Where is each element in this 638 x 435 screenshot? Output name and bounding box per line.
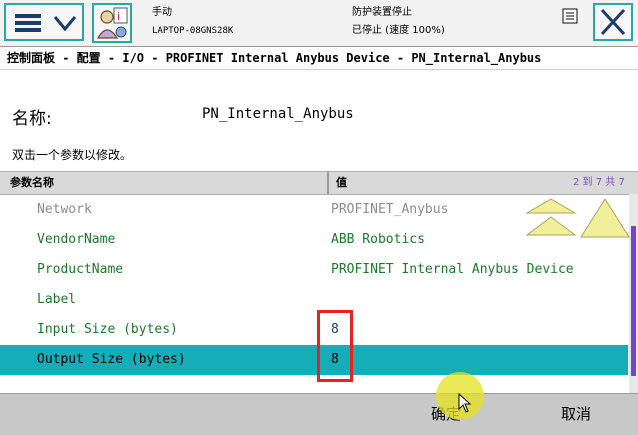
main-menu-button[interactable] (4, 3, 84, 41)
column-divider[interactable] (327, 172, 329, 194)
run-state: 已停止 (速度 100%) (352, 25, 445, 36)
param-name: ProductName (37, 262, 124, 277)
close-button[interactable] (593, 3, 633, 41)
event-flag-icon[interactable] (562, 8, 578, 24)
column-header-value: 值 (336, 176, 347, 189)
chevron-down-icon (53, 16, 77, 32)
controller-name: LAPTOP-08GNS28K (152, 26, 234, 36)
bottom-bar: 确定 取消 (0, 393, 638, 435)
param-value: PROFINET_Anybus (331, 202, 449, 217)
instruction-text: 双击一个参数以修改。 (12, 148, 133, 162)
annotation-highlight-box (317, 310, 353, 382)
table-row[interactable]: Input Size (bytes) 8 (0, 315, 628, 345)
top-bar: i 手动 LAPTOP-08GNS28K 防护装置停止 已停止 (速度 100%… (0, 0, 638, 47)
param-name: Network (37, 202, 92, 217)
param-name: Label (37, 292, 77, 307)
param-name: Input Size (bytes) (37, 322, 178, 337)
close-icon (600, 8, 626, 36)
hamburger-menu-icon (15, 14, 41, 32)
mouse-pointer-icon (458, 393, 472, 413)
param-value: PROFINET Internal Anybus Device (331, 262, 574, 277)
svg-text:i: i (117, 10, 120, 23)
name-value: PN_Internal_Anybus (202, 106, 354, 122)
operator-status-icon[interactable]: i (90, 2, 134, 44)
column-header-name: 参数名称 (10, 176, 54, 189)
param-name: Output Size (bytes) (37, 352, 186, 367)
table-row[interactable]: ProductName PROFINET Internal Anybus Dev… (0, 255, 628, 285)
scrollbar-thumb[interactable] (631, 226, 636, 376)
scroll-up-icon[interactable] (523, 195, 631, 243)
cancel-button[interactable]: 取消 (526, 394, 626, 435)
name-label: 名称: (12, 109, 52, 129)
breadcrumb: 控制面板 - 配置 - I/O - PROFINET Internal Anyb… (0, 47, 638, 70)
table-header: 参数名称 值 2 到 7 共 7 (0, 171, 638, 195)
operating-mode: 手动 (152, 7, 172, 18)
page-indicator: 2 到 7 共 7 (573, 177, 625, 188)
table-row-selected[interactable]: Output Size (bytes) 8 (0, 345, 628, 375)
param-value: ABB Robotics (331, 232, 425, 247)
param-name: VendorName (37, 232, 116, 247)
table-row[interactable]: Label (0, 285, 628, 315)
guard-status: 防护装置停止 (352, 7, 412, 18)
